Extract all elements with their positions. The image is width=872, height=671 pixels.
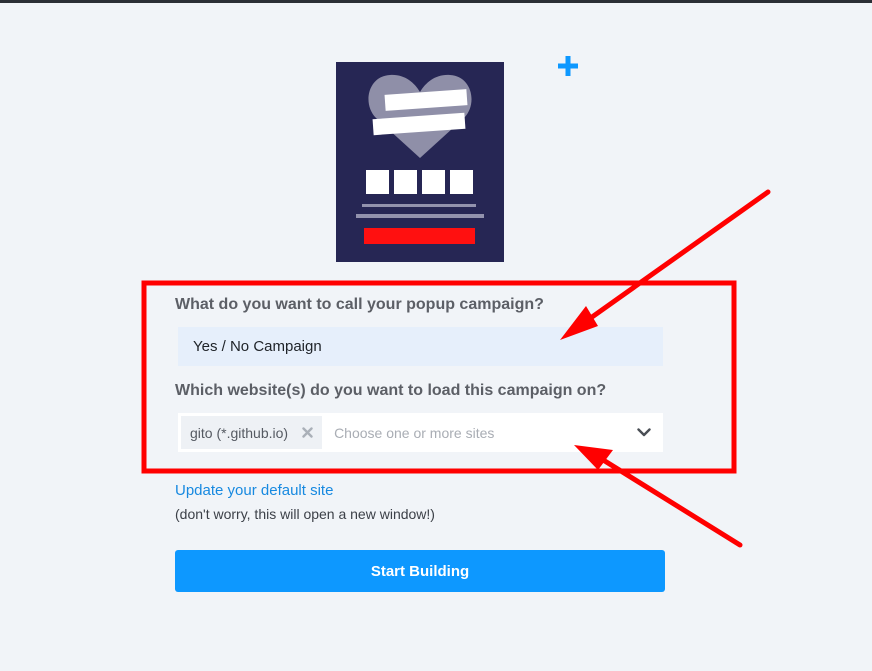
websites-select[interactable]: gito (*.github.io) [178, 412, 663, 453]
campaign-name-input[interactable] [178, 327, 663, 366]
websites-label: Which website(s) do you want to load thi… [175, 382, 607, 399]
start-building-button[interactable]: Start Building [175, 550, 665, 592]
preview-box-1 [366, 170, 389, 194]
update-default-site-link[interactable]: Update your default site [175, 482, 333, 499]
selected-site-label: gito (*.github.io) [190, 424, 289, 441]
new-window-note: (don't worry, this will open a new windo… [175, 506, 435, 522]
x-icon[interactable] [300, 426, 314, 440]
chevron-down-icon[interactable] [629, 413, 659, 452]
preview-line-1 [362, 204, 476, 207]
campaign-template-preview [336, 62, 504, 262]
preview-box-4 [450, 170, 473, 194]
campaign-name-label: What do you want to call your popup camp… [175, 296, 544, 313]
plus-icon[interactable] [557, 55, 579, 77]
selected-site-chip: gito (*.github.io) [181, 416, 323, 449]
annotation-arrow-lower [574, 445, 743, 548]
preview-cta-bar [364, 228, 475, 244]
annotation-arrow-upper [560, 189, 771, 340]
websites-search-input[interactable] [332, 412, 629, 453]
top-bar [0, 0, 872, 3]
preview-box-2 [394, 170, 417, 194]
preview-line-2 [356, 214, 484, 218]
preview-box-3 [422, 170, 445, 194]
